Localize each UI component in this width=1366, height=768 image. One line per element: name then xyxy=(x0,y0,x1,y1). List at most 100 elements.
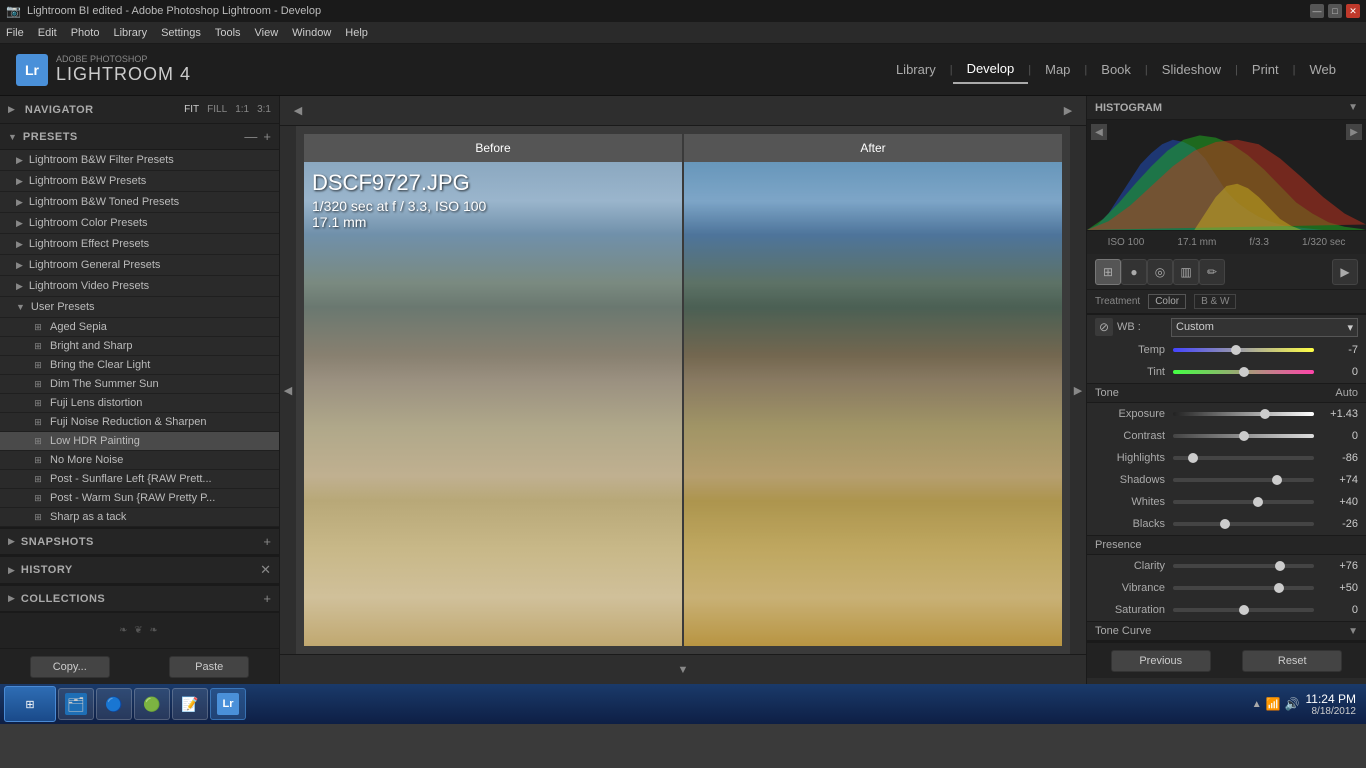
nav-1-1[interactable]: 1:1 xyxy=(235,104,249,115)
bw-treatment-btn[interactable]: B & W xyxy=(1194,294,1236,309)
histogram-right-arrow[interactable]: ▶ xyxy=(1346,124,1362,140)
preset-sharp-tack[interactable]: Sharp as a tack xyxy=(0,508,279,527)
nav-library[interactable]: Library xyxy=(882,56,950,83)
crop-tool[interactable]: ⊞ xyxy=(1095,259,1121,285)
graduated-filter-tool[interactable]: ▥ xyxy=(1173,259,1199,285)
adjustment-brush-tool[interactable]: ✏ xyxy=(1199,259,1225,285)
reset-button[interactable]: Reset xyxy=(1242,650,1342,672)
contrast-slider-track[interactable] xyxy=(1173,434,1314,438)
whites-slider-track[interactable] xyxy=(1173,500,1314,504)
nav-slideshow[interactable]: Slideshow xyxy=(1148,56,1235,83)
side-arrow-right[interactable]: ▶ xyxy=(1070,126,1086,654)
preset-fuji-lens[interactable]: Fuji Lens distortion xyxy=(0,394,279,413)
preset-aged-sepia[interactable]: Aged Sepia xyxy=(0,318,279,337)
collections-add-btn[interactable]: + xyxy=(263,591,271,606)
more-tools-btn[interactable]: ▶ xyxy=(1332,259,1358,285)
preset-group-effect-header[interactable]: ▶ Lightroom Effect Presets xyxy=(0,234,279,255)
filmstrip-toggle[interactable]: ▼ xyxy=(678,664,689,676)
snapshots-add-btn[interactable]: + xyxy=(263,534,271,549)
paste-button[interactable]: Paste xyxy=(169,656,249,678)
menu-tools[interactable]: Tools xyxy=(215,27,241,39)
preset-group-color-header[interactable]: ▶ Lightroom Color Presets xyxy=(0,213,279,234)
nav-3-1[interactable]: 3:1 xyxy=(257,104,271,115)
temp-slider-track[interactable] xyxy=(1173,348,1314,352)
preset-group-general-header[interactable]: ▶ Lightroom General Presets xyxy=(0,255,279,276)
history-close-btn[interactable]: ✕ xyxy=(260,562,271,578)
presets-header[interactable]: ▼ Presets — + xyxy=(0,124,279,150)
vibrance-slider-thumb[interactable] xyxy=(1274,583,1284,593)
preset-fuji-noise[interactable]: Fuji Noise Reduction & Sharpen xyxy=(0,413,279,432)
saturation-slider-track[interactable] xyxy=(1173,608,1314,612)
preset-post-sunflare[interactable]: Post - Sunflare Left {RAW Prett... xyxy=(0,470,279,489)
vibrance-slider-track[interactable] xyxy=(1173,586,1314,590)
side-arrow-left[interactable]: ◀ xyxy=(280,126,296,654)
collections-header[interactable]: ▶ Collections + xyxy=(0,585,279,612)
nav-print[interactable]: Print xyxy=(1238,56,1293,83)
menu-view[interactable]: View xyxy=(255,27,279,39)
copy-button[interactable]: Copy... xyxy=(30,656,110,678)
preset-low-hdr[interactable]: Low HDR Painting xyxy=(0,432,279,451)
presets-remove-btn[interactable]: — xyxy=(244,129,257,144)
menu-window[interactable]: Window xyxy=(292,27,331,39)
whites-slider-thumb[interactable] xyxy=(1253,497,1263,507)
nav-web[interactable]: Web xyxy=(1296,56,1351,83)
histogram-expand-icon[interactable]: ▼ xyxy=(1348,102,1358,113)
menu-file[interactable]: File xyxy=(6,27,24,39)
highlights-slider-thumb[interactable] xyxy=(1188,453,1198,463)
taskbar-explorer-btn[interactable]: 🗂 xyxy=(58,688,94,720)
nav-fill[interactable]: FILL xyxy=(207,104,227,115)
taskbar-app3-btn[interactable]: 🟢 xyxy=(134,688,170,720)
nav-book[interactable]: Book xyxy=(1087,56,1145,83)
preset-dim-summer[interactable]: Dim The Summer Sun xyxy=(0,375,279,394)
exposure-slider-thumb[interactable] xyxy=(1260,409,1270,419)
snapshots-header[interactable]: ▶ Snapshots + xyxy=(0,528,279,555)
preset-bring-clear-light[interactable]: Bring the Clear Light xyxy=(0,356,279,375)
preset-group-bw-header[interactable]: ▶ Lightroom B&W Presets xyxy=(0,171,279,192)
menu-edit[interactable]: Edit xyxy=(38,27,57,39)
exposure-slider-track[interactable] xyxy=(1173,412,1314,416)
preset-no-noise[interactable]: No More Noise xyxy=(0,451,279,470)
shadows-slider-thumb[interactable] xyxy=(1272,475,1282,485)
preset-post-warm-sun[interactable]: Post - Warm Sun {RAW Pretty P... xyxy=(0,489,279,508)
tray-up-icon[interactable]: ▲ xyxy=(1252,699,1262,710)
maximize-button[interactable]: □ xyxy=(1328,4,1342,18)
clarity-slider-thumb[interactable] xyxy=(1275,561,1285,571)
presets-add-btn[interactable]: + xyxy=(263,129,271,144)
histogram-left-arrow[interactable]: ◀ xyxy=(1091,124,1107,140)
nav-fit[interactable]: FIT xyxy=(184,104,199,115)
clarity-slider-track[interactable] xyxy=(1173,564,1314,568)
nav-develop[interactable]: Develop xyxy=(953,55,1029,84)
temp-slider-thumb[interactable] xyxy=(1231,345,1241,355)
start-button[interactable]: ⊞ xyxy=(4,686,56,722)
toolbar-left-arrow[interactable]: ◀ xyxy=(290,101,306,121)
menu-help[interactable]: Help xyxy=(345,27,368,39)
preset-group-user-header[interactable]: ▼ User Presets xyxy=(0,297,279,318)
preset-bright-sharp[interactable]: Bright and Sharp xyxy=(0,337,279,356)
history-header[interactable]: ▶ History ✕ xyxy=(0,556,279,584)
toolbar-right-arrow[interactable]: ▶ xyxy=(1060,101,1076,121)
tint-slider-track[interactable] xyxy=(1173,370,1314,374)
saturation-slider-thumb[interactable] xyxy=(1239,605,1249,615)
menu-library[interactable]: Library xyxy=(113,27,147,39)
close-button[interactable]: ✕ xyxy=(1346,4,1360,18)
blacks-slider-thumb[interactable] xyxy=(1220,519,1230,529)
wb-selector[interactable]: Custom ▾ xyxy=(1171,318,1358,337)
preset-group-bw-filter-header[interactable]: ▶ Lightroom B&W Filter Presets xyxy=(0,150,279,171)
spot-removal-tool[interactable]: ● xyxy=(1121,259,1147,285)
tint-slider-thumb[interactable] xyxy=(1239,367,1249,377)
wb-eyedropper[interactable]: ⊘ xyxy=(1095,318,1113,336)
nav-map[interactable]: Map xyxy=(1031,56,1084,83)
taskbar-lightroom-btn[interactable]: Lr xyxy=(210,688,246,720)
menu-settings[interactable]: Settings xyxy=(161,27,201,39)
minimize-button[interactable]: — xyxy=(1310,4,1324,18)
contrast-slider-thumb[interactable] xyxy=(1239,431,1249,441)
preset-group-video-header[interactable]: ▶ Lightroom Video Presets xyxy=(0,276,279,297)
previous-button[interactable]: Previous xyxy=(1111,650,1211,672)
shadows-slider-track[interactable] xyxy=(1173,478,1314,482)
taskbar-chrome-btn[interactable]: 🔵 xyxy=(96,688,132,720)
redeye-tool[interactable]: ◎ xyxy=(1147,259,1173,285)
blacks-slider-track[interactable] xyxy=(1173,522,1314,526)
highlights-slider-track[interactable] xyxy=(1173,456,1314,460)
preset-group-bw-toned-header[interactable]: ▶ Lightroom B&W Toned Presets xyxy=(0,192,279,213)
tone-auto-btn[interactable]: Auto xyxy=(1335,387,1358,399)
